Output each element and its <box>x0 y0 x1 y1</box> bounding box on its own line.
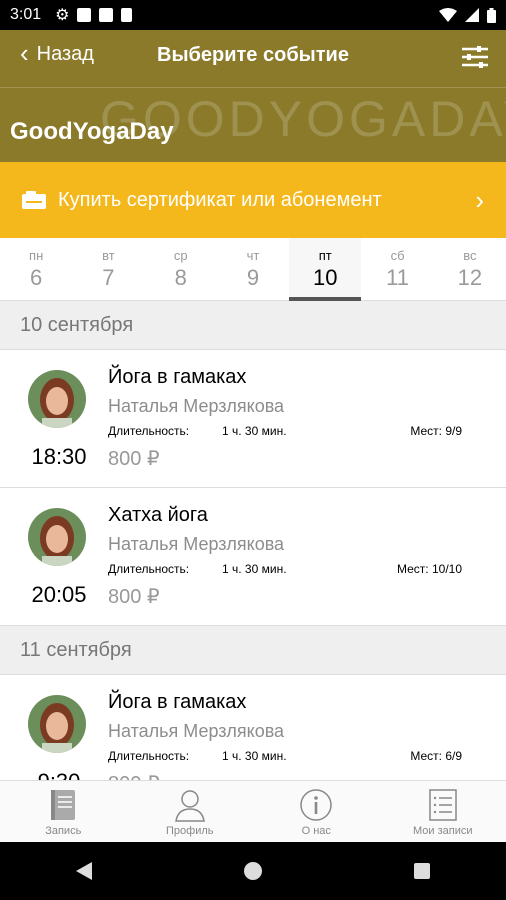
event-time: 18:30 <box>31 444 87 469</box>
notebook-icon <box>51 790 76 820</box>
system-home-button[interactable] <box>244 862 262 880</box>
nav-label: Запись <box>45 825 82 837</box>
event-card[interactable]: 20:05 Хатха йога Наталья Мерзлякова Длит… <box>0 488 506 626</box>
system-navigation-bar <box>0 842 506 900</box>
status-bar: 3:01 ⚙ <box>0 0 506 30</box>
status-notification-icons: ⚙ <box>55 5 133 25</box>
ticket-icon <box>22 191 46 209</box>
day-tab[interactable]: ср 8 <box>145 238 217 300</box>
date-section-header: 11 сентября <box>0 626 506 675</box>
event-duration: 1 ч. 30 мин. <box>222 424 287 438</box>
event-title: Йога в гамаках <box>108 366 247 388</box>
event-price: 800 ₽ <box>108 586 160 608</box>
system-recents-button[interactable] <box>414 863 430 879</box>
day-name: пн <box>29 248 44 263</box>
day-tab[interactable]: сб 11 <box>361 238 433 300</box>
day-date: 10 <box>313 265 338 290</box>
event-places: Мест: 10/10 <box>397 562 462 576</box>
avatar <box>28 508 86 566</box>
brand-logo: GoodYogaDay <box>10 118 174 145</box>
event-title: Йога в гамаках <box>108 691 247 713</box>
avatar <box>28 370 86 428</box>
notification-icon <box>99 8 114 22</box>
week-day-selector: пн 6 вт 7 ср 8 чт 9 пт 10 сб 11 вс 12 <box>0 238 506 301</box>
day-date: 12 <box>457 265 483 290</box>
event-duration: 1 ч. 30 мин. <box>222 749 287 763</box>
day-date: 6 <box>30 265 43 290</box>
promo-text: Купить сертификат или абонемент <box>58 188 382 211</box>
day-name: чт <box>246 248 260 263</box>
day-tab-selected[interactable]: пт 10 <box>289 238 362 301</box>
header-divider <box>0 87 506 88</box>
header-bar: ‹ Назад Выберите событие <box>0 30 506 85</box>
nav-item-booking[interactable]: Запись <box>0 781 127 843</box>
day-date: 8 <box>174 265 187 290</box>
event-card[interactable]: 9:30 Йога в гамаках Наталья Мерзлякова Д… <box>0 675 506 780</box>
event-time: 9:30 <box>24 769 94 780</box>
event-duration-label: Длительность: <box>108 562 190 576</box>
day-tab[interactable]: вс 12 <box>434 238 506 300</box>
avatar <box>28 695 86 753</box>
date-section-header: 10 сентября <box>0 301 506 350</box>
status-system-icons <box>439 7 496 23</box>
event-price: 800 ₽ <box>108 771 160 780</box>
day-name: ср <box>173 248 188 263</box>
page-title: Выберите событие <box>157 44 349 66</box>
list-icon <box>429 789 457 821</box>
wifi-icon <box>439 8 457 22</box>
day-name: вт <box>102 248 115 263</box>
nav-label: Профиль <box>166 825 214 837</box>
event-price: 800 ₽ <box>108 448 160 470</box>
day-date: 11 <box>386 265 409 290</box>
event-time: 20:05 <box>31 582 87 607</box>
event-duration: 1 ч. 30 мин. <box>222 562 287 576</box>
filter-icon[interactable] <box>462 46 488 68</box>
schedule-list[interactable]: 10 сентября 18:30 Йога в гамаках Наталья… <box>0 301 506 780</box>
event-duration-label: Длительность: <box>108 749 190 763</box>
day-date: 7 <box>102 265 115 290</box>
day-tab[interactable]: пн 6 <box>0 238 72 300</box>
event-teacher: Наталья Мерзлякова <box>108 534 285 554</box>
user-icon <box>174 790 205 822</box>
event-places: Мест: 6/9 <box>410 749 462 763</box>
signal-icon <box>465 8 479 22</box>
event-duration-label: Длительность: <box>108 424 190 438</box>
buy-certificate-banner[interactable]: Купить сертификат или абонемент › <box>0 162 506 238</box>
battery-icon <box>487 7 496 23</box>
nav-item-about[interactable]: О нас <box>253 781 380 843</box>
status-time: 3:01 <box>10 6 42 23</box>
event-places: Мест: 9/9 <box>410 424 462 438</box>
nav-label: О нас <box>301 825 331 837</box>
day-name: сб <box>390 248 405 263</box>
day-tab[interactable]: вт 7 <box>72 238 144 300</box>
day-name: вс <box>463 248 477 263</box>
app-header: GOODYOGADAY ‹ Назад Выберите событие Goo… <box>0 30 506 162</box>
nav-item-profile[interactable]: Профиль <box>127 781 254 843</box>
system-back-button[interactable] <box>76 862 92 880</box>
day-tab[interactable]: чт 9 <box>217 238 289 300</box>
notification-icon <box>77 8 92 22</box>
chevron-right-icon: › <box>475 184 484 215</box>
day-name: пт <box>318 248 332 263</box>
info-icon <box>300 789 332 821</box>
event-title: Хатха йога <box>108 504 208 526</box>
event-teacher: Наталья Мерзлякова <box>108 396 285 416</box>
nav-label: Мои записи <box>412 825 473 837</box>
nav-item-my-bookings[interactable]: Мои записи <box>380 781 506 843</box>
event-teacher: Наталья Мерзлякова <box>108 721 285 741</box>
bottom-navigation: Запись Профиль О нас Мои записи <box>0 780 506 843</box>
sd-card-icon <box>121 8 133 22</box>
event-card[interactable]: 18:30 Йога в гамаках Наталья Мерзлякова … <box>0 350 506 488</box>
day-date: 9 <box>246 265 260 290</box>
gear-icon: ⚙ <box>55 7 70 24</box>
